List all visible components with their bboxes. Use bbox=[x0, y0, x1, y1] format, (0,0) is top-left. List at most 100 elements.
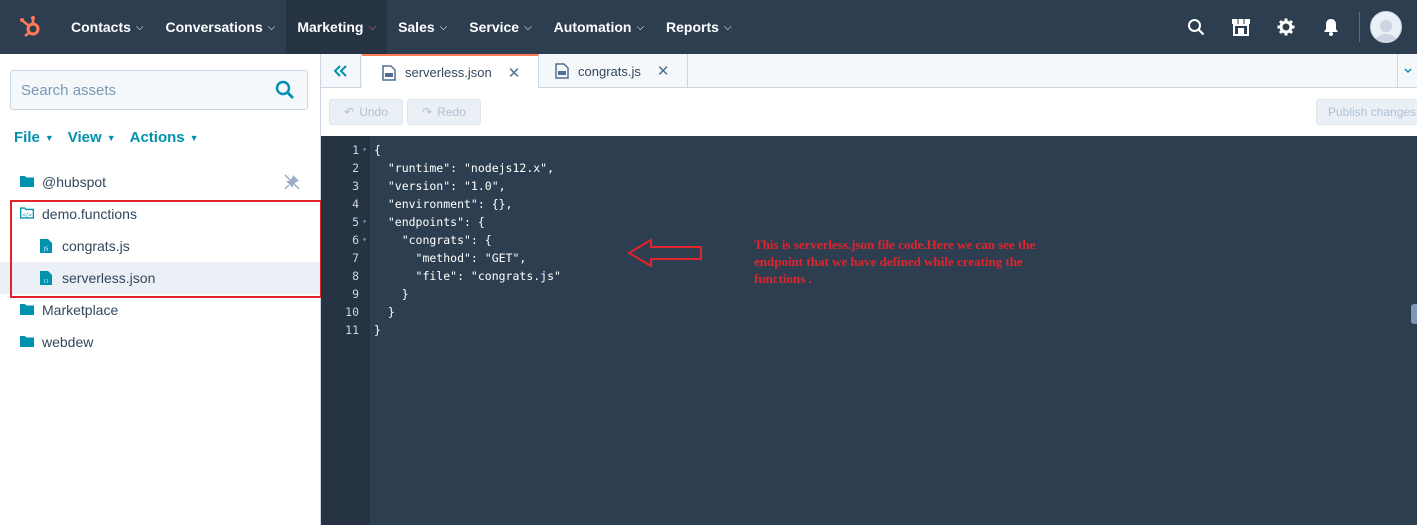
caret-down-icon: ▼ bbox=[44, 132, 54, 143]
code-line: 6 ▾ "congrats": { bbox=[321, 231, 561, 249]
publish-changes-button[interactable]: Publish changes bbox=[1316, 99, 1417, 125]
line-number: 11 bbox=[345, 323, 359, 337]
code-lines: 1 ▾{2 "runtime": "nodejs12.x", 3 "version"… bbox=[321, 141, 561, 339]
json-file-icon bbox=[382, 64, 396, 81]
close-icon[interactable]: ✕ bbox=[508, 64, 521, 82]
collapse-sidebar-icon[interactable] bbox=[321, 54, 361, 88]
svg-text:</>: </> bbox=[22, 212, 32, 218]
line-number: 3 bbox=[352, 179, 359, 193]
tab-congrats-js[interactable]: congrats.js ✕ bbox=[535, 54, 689, 88]
fold-toggle-icon bbox=[359, 195, 370, 213]
nav-item-label: Service bbox=[469, 19, 520, 35]
view-menu-label: View bbox=[67, 129, 102, 146]
nav-item-contacts[interactable]: Contacts ⌵ bbox=[60, 0, 155, 54]
nav-item-label: Automation bbox=[553, 19, 632, 35]
nav-item-service[interactable]: Service ⌵ bbox=[458, 0, 542, 54]
tree-item-webdew[interactable]: webdew bbox=[0, 326, 320, 358]
chevron-down-icon: ⌵ bbox=[723, 21, 732, 33]
tree-item-label: congrats.js bbox=[62, 238, 130, 254]
tree-item-label: serverless.json bbox=[62, 270, 156, 286]
bell-icon[interactable] bbox=[1308, 0, 1353, 54]
code-area[interactable]: 1 ▾{2 "runtime": "nodejs12.x", 3 "version"… bbox=[321, 136, 1417, 525]
close-icon[interactable]: ✕ bbox=[657, 62, 670, 80]
fold-toggle-icon bbox=[359, 321, 370, 339]
tree-item-congrats-js[interactable]: JS congrats.js bbox=[0, 230, 320, 262]
tree-item-label: webdew bbox=[42, 334, 94, 350]
code-editor-panel: serverless.json ✕ congrats.js ✕ ↶ Undo ↷ R… bbox=[321, 54, 1417, 525]
nav-item-label: Contacts bbox=[71, 19, 131, 35]
code-line: 5 ▾ "endpoints": { bbox=[321, 213, 561, 231]
fold-toggle-icon[interactable]: ▾ bbox=[359, 213, 370, 231]
line-number: 6 bbox=[352, 233, 359, 247]
chevron-down-icon: ⌵ bbox=[524, 21, 532, 33]
line-number: 10 bbox=[345, 305, 359, 319]
tree-item-marketplace[interactable]: Marketplace bbox=[0, 294, 320, 326]
search-icon[interactable] bbox=[275, 80, 295, 105]
tree-item-serverless-json[interactable]: {} serverless.json bbox=[0, 262, 320, 294]
chevron-down-icon: ⌵ bbox=[267, 21, 276, 33]
nav-item-marketing[interactable]: Marketing ⌵ bbox=[286, 0, 388, 54]
undo-button[interactable]: ↶ Undo bbox=[329, 99, 403, 125]
code-text: "file": "congrats.js" bbox=[374, 269, 561, 283]
chevron-down-icon: ⌵ bbox=[135, 21, 144, 33]
nav-item-conversations[interactable]: Conversations ⌵ bbox=[155, 0, 287, 54]
gear-icon[interactable] bbox=[1263, 0, 1308, 54]
fold-toggle-icon bbox=[359, 285, 370, 303]
scrollbar-thumb[interactable] bbox=[1411, 304, 1417, 324]
unpin-icon[interactable] bbox=[284, 174, 300, 193]
view-menu-button[interactable]: View ▼ bbox=[68, 129, 116, 146]
nav-item-reports[interactable]: Reports ⌵ bbox=[655, 0, 743, 54]
actions-menu-label: Actions bbox=[129, 129, 185, 146]
line-number: 7 bbox=[352, 251, 359, 265]
top-navigation: Contacts ⌵ Conversations ⌵ Marketing ⌵ Sales ⌵ S… bbox=[0, 0, 1417, 54]
tree-item-demo-functions[interactable]: </> demo.functions bbox=[0, 198, 320, 230]
nav-item-automation[interactable]: Automation ⌵ bbox=[543, 0, 655, 54]
js-file-icon: JS bbox=[40, 239, 54, 253]
code-text: "environment": {}, bbox=[374, 197, 513, 211]
nav-item-label: Marketing bbox=[297, 19, 364, 35]
fold-toggle-icon[interactable]: ▾ bbox=[359, 231, 370, 249]
fold-toggle-icon bbox=[359, 303, 370, 321]
search-input[interactable] bbox=[11, 71, 271, 109]
file-menu-button[interactable]: File ▼ bbox=[14, 129, 54, 146]
file-menu-label: File bbox=[14, 129, 40, 146]
search-icon[interactable] bbox=[1173, 0, 1218, 54]
undo-label: Undo bbox=[359, 105, 388, 119]
json-file-icon: {} bbox=[40, 271, 54, 285]
tree-item-hubspot[interactable]: @hubspot bbox=[0, 166, 320, 198]
code-text: "congrats": { bbox=[374, 233, 492, 247]
editor-toolbar: ↶ Undo ↷ Redo Publish changes bbox=[321, 88, 1417, 136]
redo-label: Redo bbox=[437, 105, 466, 119]
code-line: 7 "method": "GET", bbox=[321, 249, 561, 267]
tab-serverless-json[interactable]: serverless.json ✕ bbox=[362, 54, 540, 89]
code-line: 9 } bbox=[321, 285, 561, 303]
chevron-down-icon[interactable] bbox=[1397, 54, 1417, 88]
marketplace-icon[interactable] bbox=[1218, 0, 1263, 54]
fold-toggle-icon bbox=[359, 249, 370, 267]
publish-label: Publish changes bbox=[1328, 105, 1417, 119]
redo-button[interactable]: ↷ Redo bbox=[407, 99, 481, 125]
avatar[interactable] bbox=[1370, 11, 1402, 43]
line-number: 5 bbox=[352, 215, 359, 229]
line-number: 1 bbox=[352, 143, 359, 157]
redo-icon: ↷ bbox=[422, 105, 433, 119]
code-text: "endpoints": { bbox=[374, 215, 485, 229]
annotation-text: This is serverless.json file code.Here w… bbox=[754, 237, 1036, 286]
undo-icon: ↶ bbox=[344, 105, 355, 119]
tree-item-label: demo.functions bbox=[42, 206, 137, 222]
nav-item-label: Reports bbox=[666, 19, 719, 35]
actions-menu-button[interactable]: Actions ▼ bbox=[130, 129, 199, 146]
fold-toggle-icon bbox=[359, 267, 370, 285]
tab-label: serverless.json bbox=[405, 65, 492, 80]
code-line: 4 "environment": {}, bbox=[321, 195, 561, 213]
hubspot-logo-icon[interactable] bbox=[0, 0, 60, 54]
folder-icon bbox=[20, 335, 34, 349]
code-line: 10 } bbox=[321, 303, 561, 321]
code-text: "runtime": "nodejs12.x", bbox=[374, 161, 555, 175]
line-number: 9 bbox=[352, 287, 359, 301]
nav-utilities bbox=[1173, 0, 1417, 54]
chevron-down-icon: ⌵ bbox=[439, 21, 448, 33]
nav-item-sales[interactable]: Sales ⌵ bbox=[387, 0, 458, 54]
fold-toggle-icon[interactable]: ▾ bbox=[359, 141, 370, 159]
code-text: { bbox=[374, 143, 381, 157]
